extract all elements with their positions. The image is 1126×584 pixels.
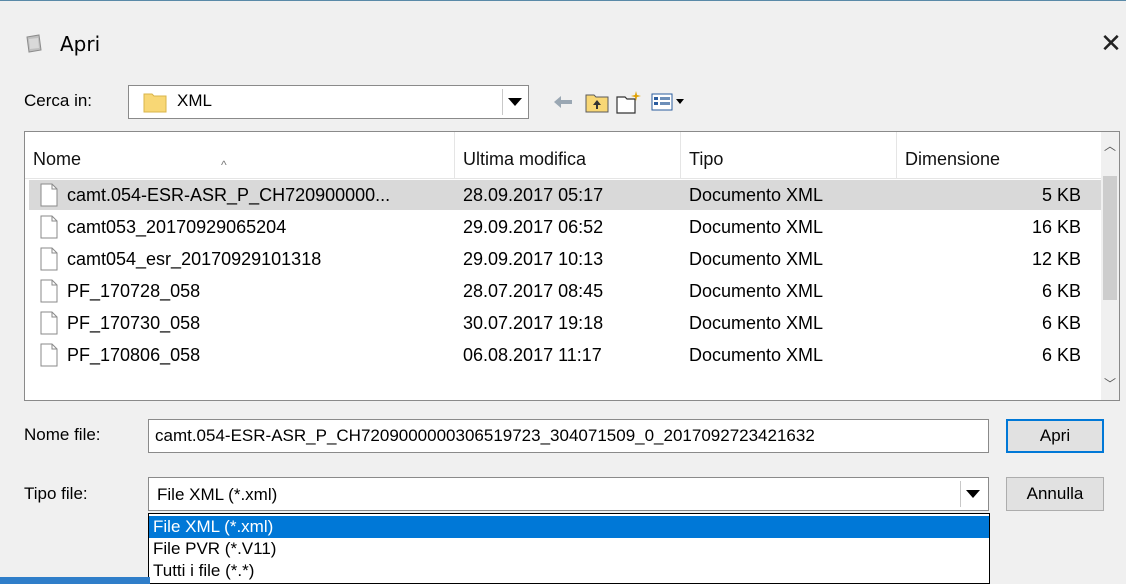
table-row[interactable]: camt053_20170929065204 29.09.2017 06:52 Do…: [29, 212, 1101, 242]
document-icon: [40, 183, 58, 207]
look-in-combo[interactable]: XML: [128, 85, 529, 119]
file-modified: 30.07.2017 19:18: [463, 313, 604, 333]
dialog-title: Apri: [60, 32, 101, 56]
filetype-combo[interactable]: File XML (*.xml): [148, 477, 989, 511]
document-icon: [40, 247, 58, 271]
file-type: Documento XML: [689, 217, 824, 237]
document-icon: [40, 311, 58, 335]
file-type: Documento XML: [689, 249, 824, 269]
filename-label: Nome file:: [24, 425, 101, 444]
view-menu-icon[interactable]: [650, 89, 690, 115]
file-type: Documento XML: [689, 345, 824, 365]
back-arrow-icon[interactable]: [550, 89, 576, 115]
filetype-option-pvr[interactable]: File PVR (*.V11): [149, 538, 989, 560]
file-name: PF_170730_058: [67, 313, 201, 333]
filetype-value: File XML (*.xml): [157, 485, 278, 504]
column-header-row: Nome ^ Ultima modifica Tipo Dimensione: [25, 132, 1101, 179]
chevron-down-icon[interactable]: [502, 89, 526, 115]
file-type: Documento XML: [689, 185, 824, 205]
look-in-label: Cerca in:: [24, 91, 93, 110]
table-row[interactable]: PF_170806_058 06.08.2017 11:17 Documento X…: [29, 340, 1101, 370]
column-header-name-label: Nome: [33, 149, 82, 169]
look-in-value: XML: [177, 91, 212, 110]
file-type: Documento XML: [689, 313, 824, 333]
app-icon: [26, 34, 42, 53]
file-size: 6 KB: [1041, 345, 1081, 365]
filetype-label: Tipo file:: [24, 484, 88, 503]
document-icon: [40, 215, 58, 239]
file-name: PF_170728_058: [67, 281, 201, 301]
file-type: Documento XML: [689, 281, 824, 301]
file-name: camt053_20170929065204: [67, 217, 287, 237]
cancel-button[interactable]: Annulla: [1006, 477, 1104, 511]
file-name: camt.054-ESR-ASR_P_CH720900000...: [67, 185, 391, 205]
file-name: PF_170806_058: [67, 345, 201, 365]
filetype-dropdown-list[interactable]: File XML (*.xml) File PVR (*.V11) Tutti …: [148, 513, 990, 584]
file-modified: 29.09.2017 06:52: [463, 217, 604, 237]
column-header-type[interactable]: Tipo: [681, 132, 897, 178]
document-icon: [40, 279, 58, 303]
table-row[interactable]: camt054_esr_20170929101318 29.09.2017 10:…: [29, 244, 1101, 274]
filetype-option-all[interactable]: Tutti i file (*.*): [149, 560, 989, 582]
document-icon: [40, 343, 58, 367]
table-row[interactable]: PF_170728_058 28.07.2017 08:45 Documento X…: [29, 276, 1101, 306]
table-row[interactable]: camt.054-ESR-ASR_P_CH720900000... 28.09.2…: [29, 180, 1101, 210]
file-size: 12 KB: [1031, 249, 1081, 269]
file-modified: 28.09.2017 05:17: [463, 185, 604, 205]
file-size: 16 KB: [1031, 217, 1081, 237]
table-row[interactable]: PF_170730_058 30.07.2017 19:18 Documento X…: [29, 308, 1101, 338]
folder-icon: [143, 93, 167, 113]
file-list[interactable]: Nome ^ Ultima modifica Tipo Dimensione c…: [24, 131, 1120, 401]
file-size: 5 KB: [1041, 185, 1081, 205]
file-modified: 28.07.2017 08:45: [463, 281, 604, 301]
column-header-modified[interactable]: Ultima modifica: [455, 132, 681, 178]
open-button[interactable]: Apri: [1006, 419, 1104, 453]
vertical-scrollbar[interactable]: ︿ ﹀: [1101, 132, 1119, 400]
column-header-size[interactable]: Dimensione: [897, 132, 1083, 178]
filename-input[interactable]: camt.054-ESR-ASR_P_CH7209000000306519723…: [148, 419, 989, 453]
close-button[interactable]: ✕: [1098, 29, 1124, 57]
chevron-down-icon[interactable]: [960, 481, 984, 507]
scroll-up-icon[interactable]: ︿: [1101, 136, 1119, 154]
file-size: 6 KB: [1041, 281, 1081, 301]
open-dialog: Apri ✕ Cerca in: XML Nome ^ Ultima modif…: [0, 0, 1126, 584]
scrollbar-thumb[interactable]: [1103, 176, 1117, 300]
file-modified: 29.09.2017 10:13: [463, 249, 604, 269]
filetype-option-xml[interactable]: File XML (*.xml): [149, 516, 989, 538]
up-folder-icon[interactable]: [584, 89, 610, 115]
new-folder-icon[interactable]: [616, 89, 642, 115]
title-bar: Apri ✕: [0, 1, 1126, 79]
file-name: camt054_esr_20170929101318: [67, 249, 322, 269]
scroll-down-icon[interactable]: ﹀: [1101, 374, 1119, 392]
file-modified: 06.08.2017 11:17: [463, 345, 602, 365]
column-header-name[interactable]: Nome ^: [25, 132, 455, 178]
file-size: 6 KB: [1041, 313, 1081, 333]
